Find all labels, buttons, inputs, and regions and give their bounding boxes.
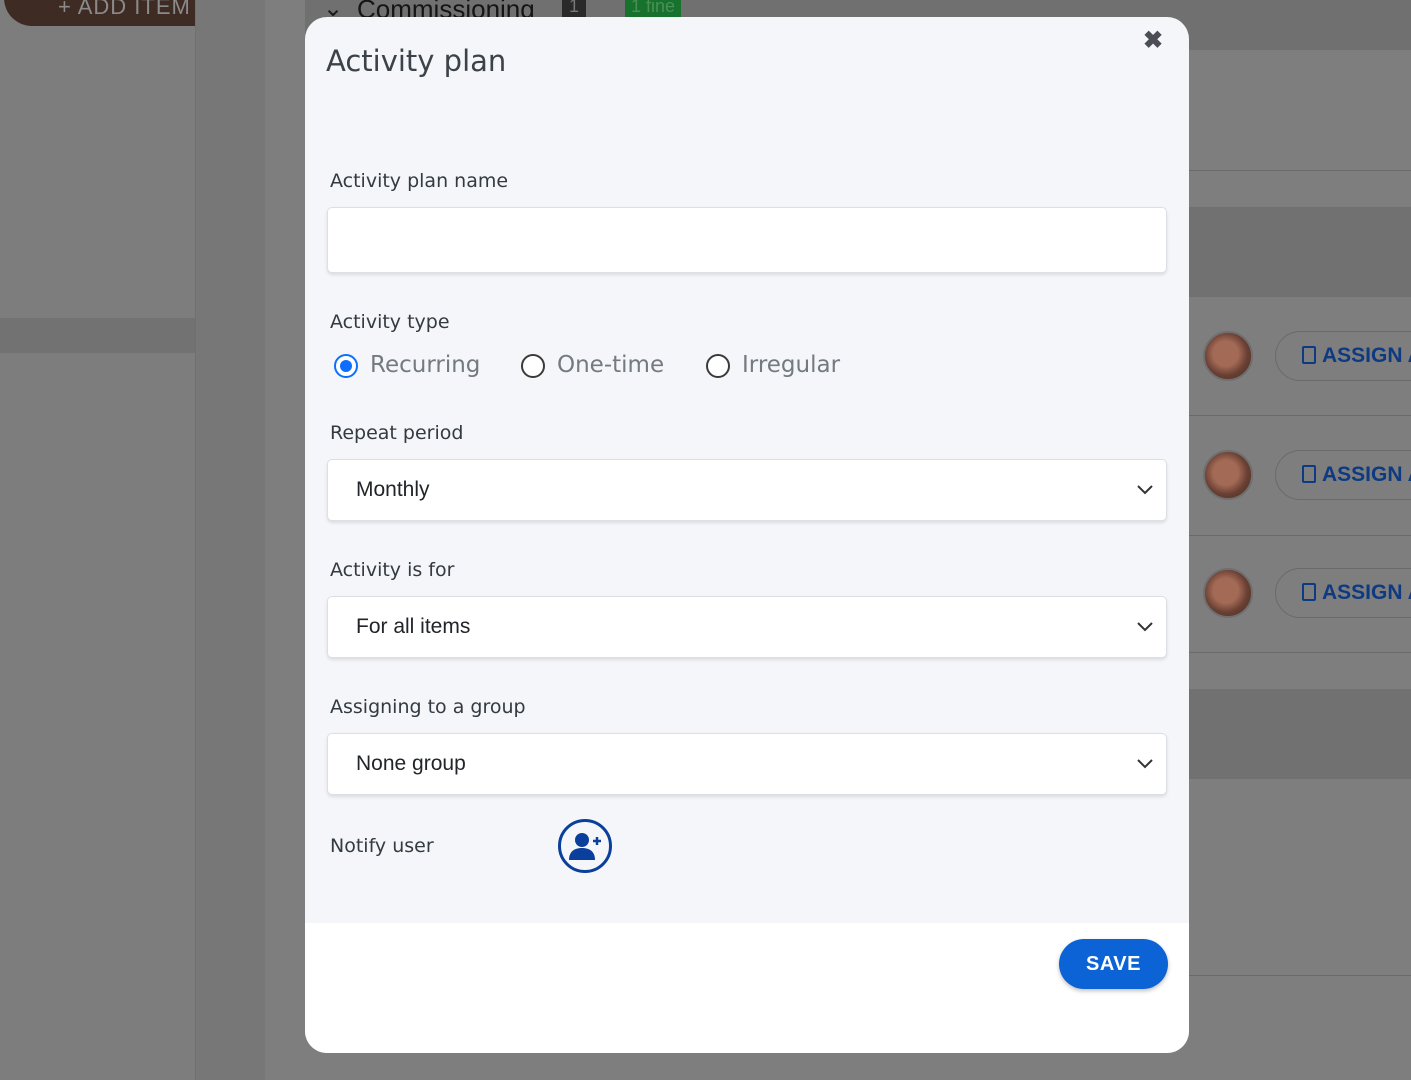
modal-title: Activity plan (326, 44, 507, 78)
background-left-panel: + ADD ITEM (0, 0, 224, 1080)
radio-label-irregular: Irregular (742, 352, 841, 378)
chevron-down-icon (1137, 485, 1153, 495)
assign-button[interactable]: ASSIGN A (1275, 331, 1411, 381)
repeat-period-label: Repeat period (330, 422, 464, 444)
group-value: None group (356, 752, 466, 775)
activity-for-label: Activity is for (330, 559, 455, 581)
background-band (1189, 689, 1411, 779)
assign-label: ASSIGN A (1322, 344, 1411, 367)
clipboard-icon (1302, 346, 1316, 364)
radio-unchecked-icon[interactable] (521, 354, 545, 378)
avatar (1203, 331, 1253, 381)
chevron-down-icon (1137, 759, 1153, 769)
radio-checked-icon[interactable] (334, 354, 358, 378)
assign-label: ASSIGN A (1322, 463, 1411, 486)
save-button[interactable]: SAVE (1059, 939, 1168, 989)
plan-name-input[interactable] (327, 207, 1167, 273)
modal-footer (305, 923, 1189, 1053)
avatar (1203, 450, 1253, 500)
radio-unchecked-icon[interactable] (706, 354, 730, 378)
notify-user-button[interactable] (558, 819, 612, 873)
row-divider (1189, 975, 1411, 976)
close-icon[interactable]: ✖ (1141, 29, 1165, 53)
add-user-icon (569, 833, 601, 860)
group-select[interactable]: None group (327, 733, 1167, 795)
add-item-button[interactable]: + ADD ITEM (4, 0, 224, 26)
row-divider (1189, 652, 1411, 653)
row-divider (1189, 415, 1411, 416)
background-left-divider (0, 318, 195, 353)
activity-plan-modal: Activity plan ✖ Activity plan name Activ… (305, 17, 1189, 1053)
activity-for-select[interactable]: For all items (327, 596, 1167, 658)
background-band (1189, 207, 1411, 297)
clipboard-icon (1302, 465, 1316, 483)
assign-label: ASSIGN A (1322, 581, 1411, 604)
assign-button[interactable]: ASSIGN A (1275, 568, 1411, 618)
repeat-period-value: Monthly (356, 478, 430, 501)
activity-for-value: For all items (356, 615, 471, 638)
row-divider (1189, 170, 1411, 171)
clipboard-icon (1302, 583, 1316, 601)
activity-type-label: Activity type (330, 311, 450, 333)
row-divider (1189, 535, 1411, 536)
group-label: Assigning to a group (330, 696, 526, 718)
notify-user-label: Notify user (330, 835, 434, 857)
avatar (1203, 568, 1253, 618)
assign-button[interactable]: ASSIGN A (1275, 450, 1411, 500)
repeat-period-select[interactable]: Monthly (327, 459, 1167, 521)
radio-label-recurring: Recurring (370, 352, 481, 378)
radio-label-one-time: One-time (557, 352, 665, 378)
background-column (195, 0, 265, 1080)
plan-name-label: Activity plan name (330, 170, 509, 192)
chevron-down-icon (1137, 622, 1153, 632)
